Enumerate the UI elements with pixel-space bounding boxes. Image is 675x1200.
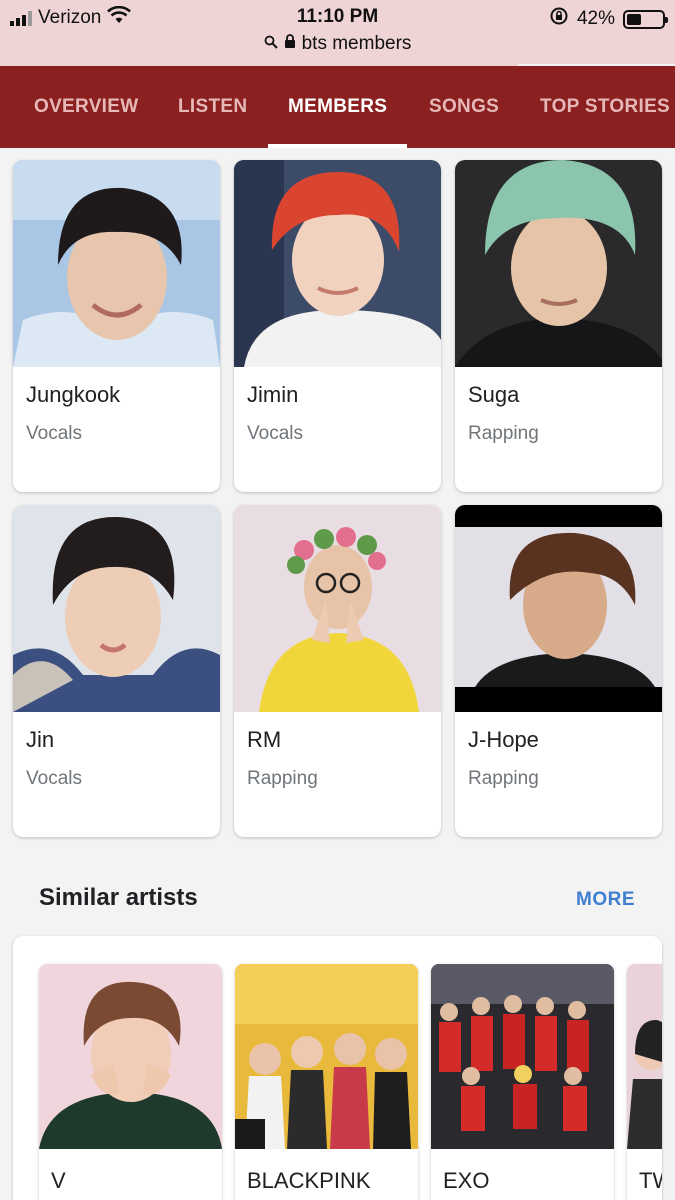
artist-photo: [39, 964, 222, 1149]
lock-icon: [284, 33, 296, 55]
search-icon: [264, 33, 278, 55]
similar-artists-carousel[interactable]: V BLACKPINK EXO T: [13, 936, 662, 1200]
member-card-j-hope[interactable]: J-Hope Rapping: [455, 505, 662, 837]
member-photo: [234, 505, 441, 712]
member-card-jin[interactable]: Jin Vocals: [13, 505, 220, 837]
artist-photo: [235, 964, 418, 1149]
member-card-suga[interactable]: Suga Rapping: [455, 160, 662, 492]
member-photo: [234, 160, 441, 367]
member-card-jungkook[interactable]: Jungkook Vocals: [13, 160, 220, 492]
url-text: bts members: [301, 33, 412, 54]
tab-members[interactable]: MEMBERS: [267, 66, 408, 148]
tab-songs[interactable]: SONGS: [429, 66, 499, 148]
artist-card-twice[interactable]: TW: [627, 964, 662, 1200]
artist-name: TW: [639, 1168, 662, 1193]
artist-photo: [627, 964, 662, 1149]
artist-name: BLACKPINK: [247, 1168, 371, 1193]
member-role: Vocals: [247, 423, 303, 444]
artist-photo: [431, 964, 614, 1149]
tab-bar: OVERVIEW LISTEN MEMBERS SONGS TOP STORIE…: [0, 66, 675, 148]
artist-name: EXO: [443, 1168, 490, 1193]
member-name: RM: [247, 727, 282, 752]
tab-overview[interactable]: OVERVIEW: [34, 66, 138, 148]
member-photo: [455, 505, 662, 712]
member-photo: [13, 160, 220, 367]
battery-percent: 42%: [576, 8, 615, 29]
artist-card-v[interactable]: V: [39, 964, 222, 1200]
status-right: 42%: [549, 6, 668, 32]
member-name: J-Hope: [468, 727, 539, 752]
member-role: Rapping: [247, 768, 318, 789]
member-card-rm[interactable]: RM Rapping: [234, 505, 441, 837]
member-name: Suga: [468, 382, 520, 407]
member-role: Vocals: [26, 768, 82, 789]
member-name: Jin: [26, 727, 55, 752]
member-role: Rapping: [468, 423, 539, 444]
member-name: Jimin: [247, 382, 299, 407]
member-photo: [13, 505, 220, 712]
tab-top-stories[interactable]: TOP STORIES: [540, 66, 670, 148]
tab-listen[interactable]: LISTEN: [178, 66, 247, 148]
rotation-lock-icon: [549, 6, 569, 32]
member-photo: [455, 160, 662, 367]
address-bar[interactable]: bts members: [0, 33, 675, 55]
section-title: Similar artists: [39, 884, 198, 911]
artist-name: V: [51, 1168, 66, 1193]
more-link[interactable]: MORE: [576, 889, 635, 911]
member-name: Jungkook: [26, 382, 121, 407]
member-role: Vocals: [26, 423, 82, 444]
member-card-jimin[interactable]: Jimin Vocals: [234, 160, 441, 492]
member-role: Rapping: [468, 768, 539, 789]
artist-card-blackpink[interactable]: BLACKPINK: [235, 964, 418, 1200]
artist-card-exo[interactable]: EXO: [431, 964, 614, 1200]
status-bar: Verizon 11:10 PM 42% bts members: [0, 0, 675, 64]
battery-icon: [623, 9, 668, 29]
